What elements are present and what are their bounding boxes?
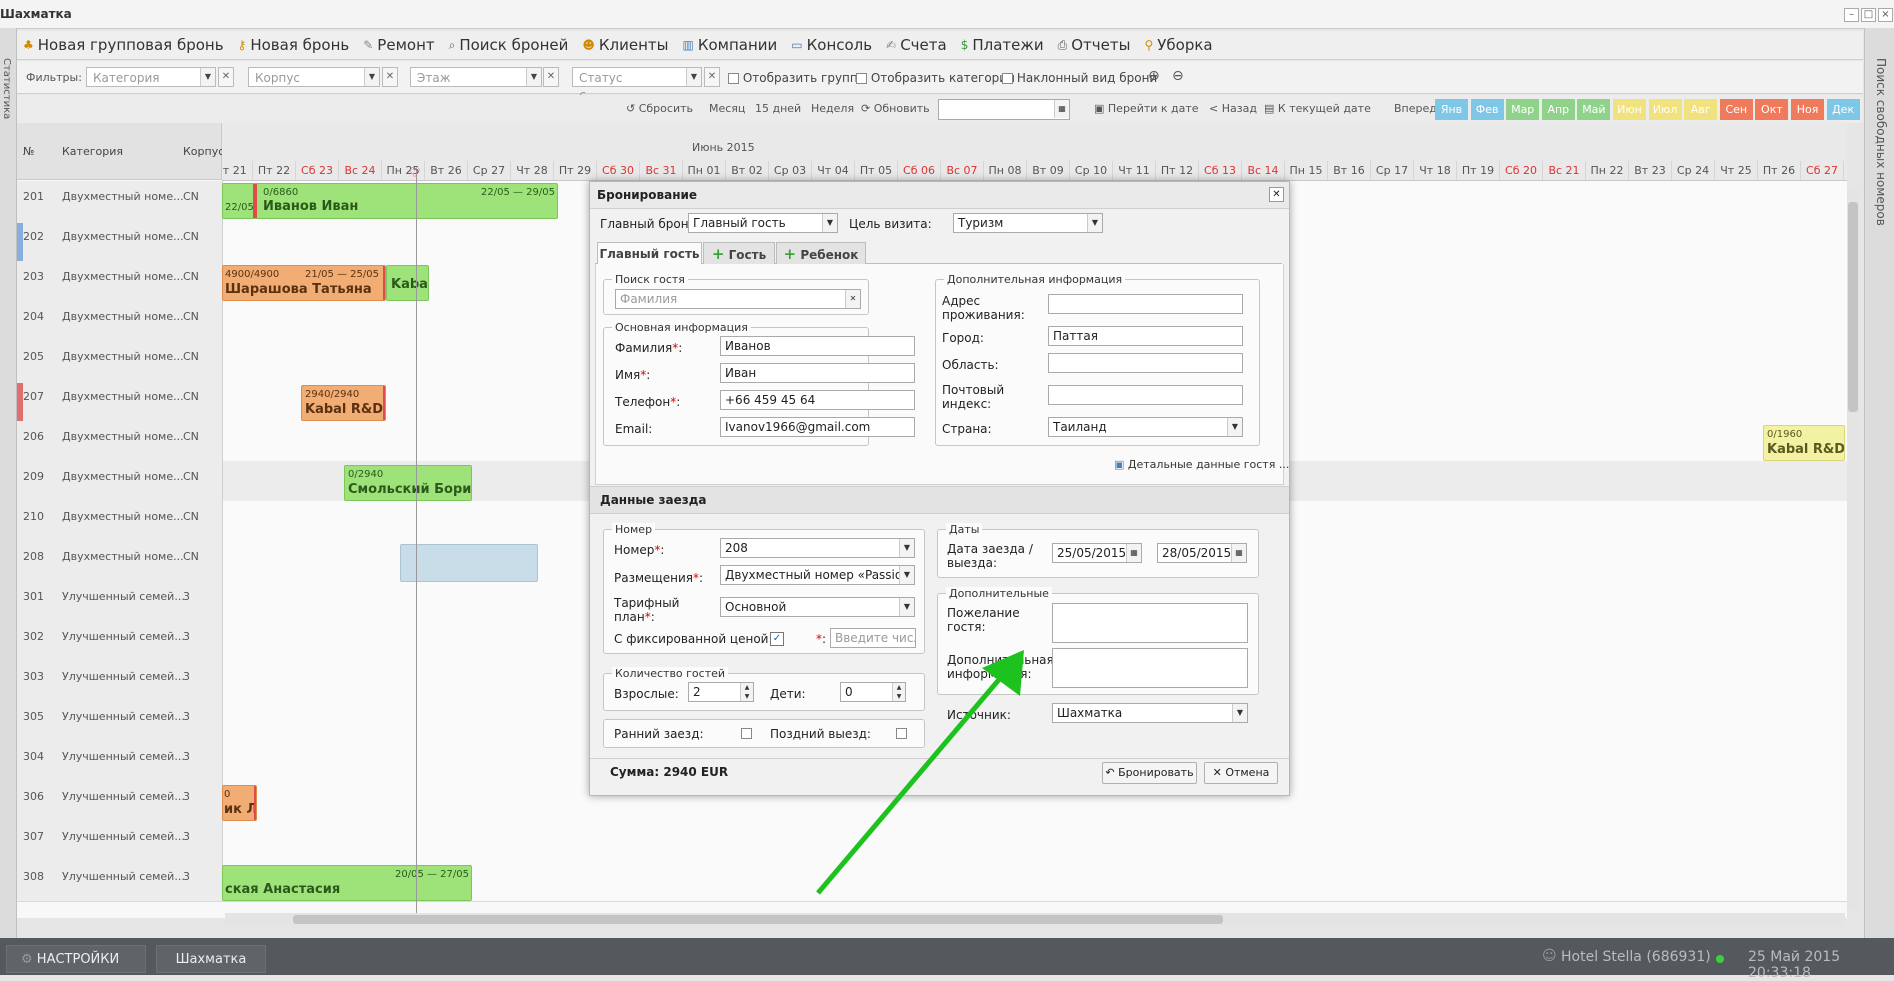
hotel-icon: ☺ (1542, 948, 1557, 964)
taskbar-window-button[interactable]: Шахматка (156, 945, 266, 973)
gear-icon: ⚙ (21, 952, 33, 967)
annotation-arrow (816, 650, 1024, 895)
datetime: 25 Май 2015 20:33:18 (1748, 949, 1841, 981)
settings-button[interactable]: ⚙ НАСТРОЙКИ (6, 945, 146, 973)
hotel-name: Hotel Stella (686931) (1561, 949, 1711, 965)
settings-label: НАСТРОЙКИ (36, 952, 120, 967)
arrow-shaft (816, 674, 1004, 895)
online-status-icon (1716, 955, 1724, 963)
